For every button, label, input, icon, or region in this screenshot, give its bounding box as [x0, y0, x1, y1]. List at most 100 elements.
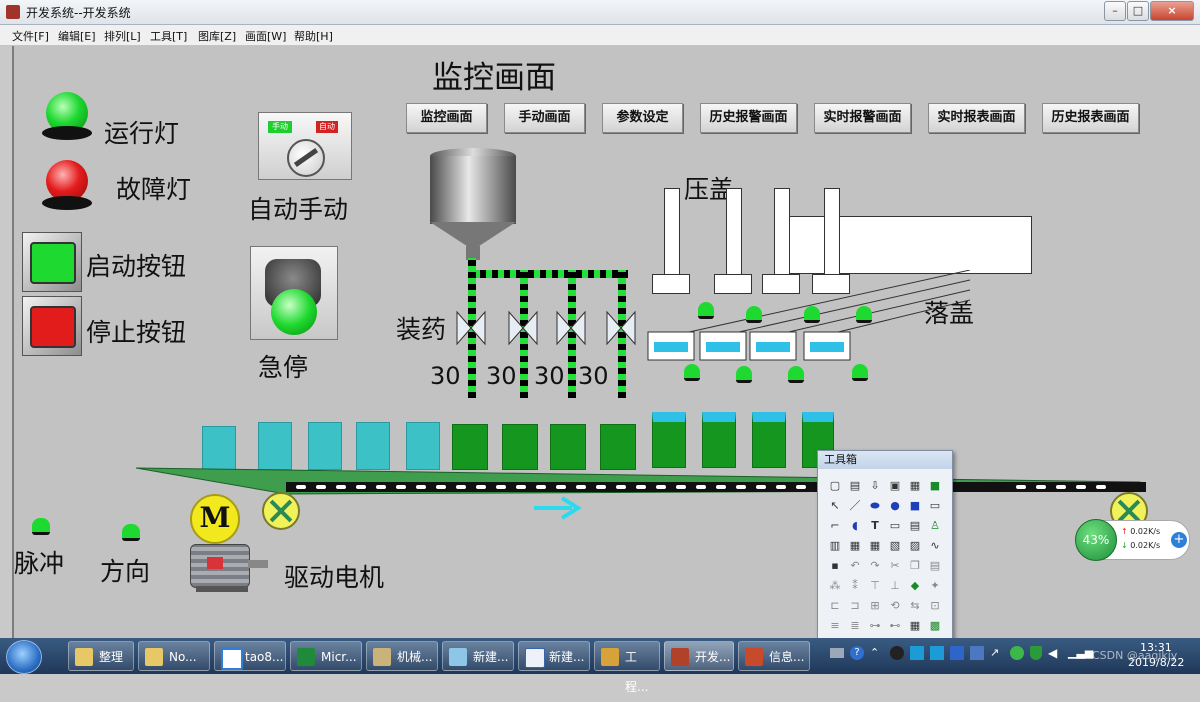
- menu-tools[interactable]: 工具[T]: [150, 28, 187, 44]
- figure-icon[interactable]: ♙: [928, 519, 942, 533]
- row-d-icon[interactable]: ⊷: [888, 619, 902, 633]
- chart-icon[interactable]: ▧: [888, 539, 902, 553]
- tray-app-4-icon[interactable]: [970, 646, 984, 660]
- frame-tool-icon[interactable]: ▭: [928, 499, 942, 513]
- screen-icon[interactable]: ▦: [908, 479, 922, 493]
- grid-b-icon[interactable]: ▦: [868, 539, 882, 553]
- menu-screen[interactable]: 画面[W]: [245, 28, 286, 44]
- taskbar-item-10[interactable]: 信息...: [738, 641, 810, 671]
- layer-icon[interactable]: ◆: [908, 579, 922, 593]
- folder-icon: [145, 648, 163, 666]
- import-icon[interactable]: ⇩: [868, 479, 882, 493]
- tray-arrow-icon[interactable]: ⌃: [870, 646, 879, 659]
- pointer-icon[interactable]: ↖: [828, 499, 842, 513]
- picture-icon[interactable]: ▨: [908, 539, 922, 553]
- grid-a-icon[interactable]: ▦: [848, 539, 862, 553]
- circle-tool-icon[interactable]: ●: [888, 499, 902, 513]
- taskbar-item-7[interactable]: 新建...: [518, 641, 590, 671]
- nav-realtime-report-button[interactable]: 实时报表画面: [928, 103, 1025, 133]
- nav-history-report-button[interactable]: 历史报表画面: [1042, 103, 1139, 133]
- taskbar-item-2[interactable]: No...: [138, 641, 210, 671]
- estop-button[interactable]: [250, 246, 338, 340]
- doc-icon[interactable]: ▥: [828, 539, 842, 553]
- undo-icon[interactable]: ↶: [848, 559, 862, 573]
- new-file-icon[interactable]: ▢: [828, 479, 842, 493]
- align-left-icon[interactable]: ⊏: [828, 599, 842, 613]
- align-top-icon[interactable]: ⊤: [868, 579, 882, 593]
- tray-app-6-icon[interactable]: [1010, 646, 1024, 660]
- netspeed-widget[interactable]: 43% ↑ 0.02K/s ↓ 0.02K/s +: [1075, 519, 1190, 561]
- copy-icon[interactable]: ❐: [908, 559, 922, 573]
- start-button[interactable]: [22, 232, 82, 292]
- start-menu-button[interactable]: [6, 640, 42, 674]
- mode-switch[interactable]: 手动 自动: [258, 112, 352, 180]
- signal-icon[interactable]: ▁▃▅: [1068, 646, 1093, 659]
- nav-monitor-button[interactable]: 监控画面: [406, 103, 487, 133]
- menu-help[interactable]: 帮助[H]: [294, 28, 333, 44]
- size-icon[interactable]: ⊡: [928, 599, 942, 613]
- table-color-icon[interactable]: ▩: [928, 619, 942, 633]
- qq-icon[interactable]: [890, 646, 904, 660]
- redo-icon[interactable]: ↷: [868, 559, 882, 573]
- polyline-tool-icon[interactable]: ⌐: [828, 519, 842, 533]
- paste-icon[interactable]: ▤: [928, 559, 942, 573]
- menu-file[interactable]: 文件[F]: [12, 28, 49, 44]
- group-icon[interactable]: ⁂: [828, 579, 842, 593]
- tray-app-5-icon[interactable]: ↗: [990, 646, 999, 659]
- taskbar-item-6[interactable]: 新建...: [442, 641, 514, 671]
- row-c-icon[interactable]: ⊶: [868, 619, 882, 633]
- taskbar-item-9[interactable]: 开发...: [664, 641, 734, 671]
- tray-app-3-icon[interactable]: [950, 646, 964, 660]
- line-icon[interactable]: ／: [848, 499, 862, 513]
- rectangle-tool-icon[interactable]: ■: [908, 499, 922, 513]
- toolbox-panel[interactable]: 工具箱 ▢ ▤ ⇩ ▣ ▦ ■ ↖ ／ ⬬ ● ■ ▭ ⌐ ◖ T ▭ ▤ ♙ …: [817, 450, 953, 642]
- netspeed-plus-icon[interactable]: +: [1171, 532, 1187, 548]
- valve-2: [508, 310, 538, 346]
- fill-value-1: 30: [430, 362, 461, 390]
- taskbar-item-4[interactable]: Micr...: [290, 641, 362, 671]
- tool-extra-icon[interactable]: ✦: [928, 579, 942, 593]
- taskbar-item-5[interactable]: 机械...: [366, 641, 438, 671]
- menu-arrange[interactable]: 排列[L]: [104, 28, 141, 44]
- rounded-rect-icon[interactable]: ▭: [888, 519, 902, 533]
- cut-icon[interactable]: ✂: [888, 559, 902, 573]
- maximize-button[interactable]: □: [1127, 1, 1149, 21]
- volume-icon[interactable]: ◀: [1048, 646, 1057, 660]
- align-right-icon[interactable]: ⊐: [848, 599, 862, 613]
- minimize-button[interactable]: –: [1104, 1, 1126, 21]
- display-icon[interactable]: ▤: [908, 519, 922, 533]
- stop-button[interactable]: [22, 296, 82, 356]
- nav-params-button[interactable]: 参数设定: [602, 103, 683, 133]
- save-icon[interactable]: ▣: [888, 479, 902, 493]
- menu-edit[interactable]: 编辑[E]: [58, 28, 96, 44]
- rotate-icon[interactable]: ⟲: [888, 599, 902, 613]
- mode-switch-label: 自动手动: [248, 195, 349, 224]
- table-icon[interactable]: ▦: [908, 619, 922, 633]
- flip-icon[interactable]: ⇆: [908, 599, 922, 613]
- align-bottom-icon[interactable]: ⊥: [888, 579, 902, 593]
- link-icon[interactable]: ∿: [928, 539, 942, 553]
- green-panel-icon[interactable]: ■: [928, 479, 942, 493]
- menu-library[interactable]: 图库[Z]: [198, 28, 236, 44]
- nav-history-alarm-button[interactable]: 历史报警画面: [700, 103, 797, 133]
- nav-manual-button[interactable]: 手动画面: [504, 103, 585, 133]
- camera-icon[interactable]: ▪: [828, 559, 842, 573]
- close-button[interactable]: ×: [1150, 1, 1194, 21]
- ungroup-icon[interactable]: ⁑: [848, 579, 862, 593]
- arc-tool-icon[interactable]: ◖: [848, 519, 862, 533]
- open-folder-icon[interactable]: ▤: [848, 479, 862, 493]
- taskbar-item-3[interactable]: tao8...: [214, 641, 286, 671]
- row-a-icon[interactable]: ≡: [828, 619, 842, 633]
- distribute-icon[interactable]: ⊞: [868, 599, 882, 613]
- nav-realtime-alarm-button[interactable]: 实时报警画面: [814, 103, 911, 133]
- row-b-icon[interactable]: ≣: [848, 619, 862, 633]
- help-icon[interactable]: ?: [850, 646, 864, 660]
- tray-app-2-icon[interactable]: [930, 646, 944, 660]
- taskbar-item-1[interactable]: 整理: [68, 641, 134, 671]
- tray-app-1-icon[interactable]: [910, 646, 924, 660]
- ellipse-tool-icon[interactable]: ⬬: [868, 499, 882, 513]
- keyboard-icon[interactable]: [830, 648, 844, 658]
- taskbar-item-8[interactable]: 工程...: [594, 641, 660, 694]
- text-tool-icon[interactable]: T: [868, 519, 882, 533]
- shield-icon[interactable]: [1030, 646, 1042, 660]
